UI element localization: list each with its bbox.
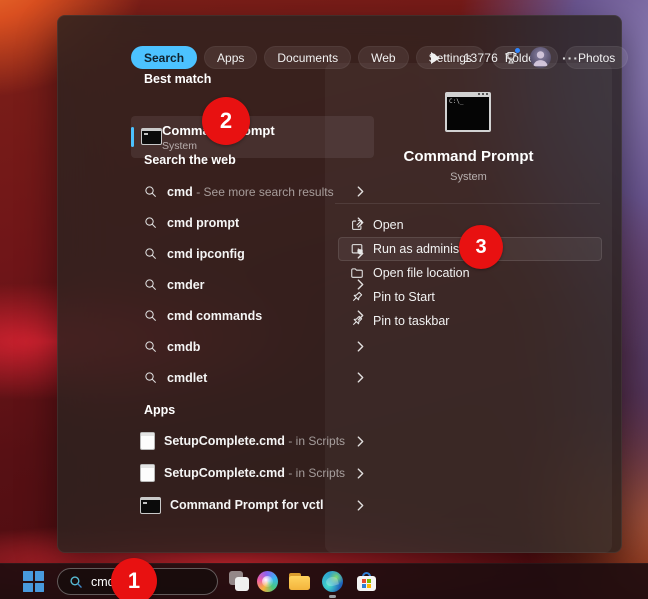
selection-accent-bar bbox=[131, 127, 134, 147]
pin-icon bbox=[349, 314, 364, 328]
action-label: Open bbox=[373, 218, 404, 232]
suggestion-text: cmdlet bbox=[167, 371, 207, 385]
apps-section-header: Apps bbox=[144, 403, 175, 417]
search-icon bbox=[144, 185, 157, 198]
admin-shield-icon bbox=[349, 242, 364, 256]
play-icon[interactable] bbox=[431, 52, 440, 64]
suggestion-text: cmd commands bbox=[167, 309, 262, 323]
tab-apps[interactable]: Apps bbox=[204, 46, 257, 69]
running-indicator bbox=[329, 595, 336, 598]
suggestion-text: cmd - See more search results bbox=[167, 185, 334, 199]
tab-search[interactable]: Search bbox=[131, 46, 197, 69]
microsoft-store-icon[interactable] bbox=[356, 571, 377, 592]
open-icon bbox=[349, 218, 364, 232]
task-view-icon[interactable] bbox=[229, 571, 250, 592]
search-icon bbox=[144, 216, 157, 229]
action-pin-to-start[interactable]: Pin to Start bbox=[338, 285, 602, 309]
best-match-subtitle: System bbox=[162, 140, 197, 152]
cmd-file-icon bbox=[140, 432, 155, 450]
suggestion-text: cmd prompt bbox=[167, 216, 239, 230]
pin-icon bbox=[349, 290, 364, 304]
search-icon bbox=[144, 247, 157, 260]
suggestion-text: cmder bbox=[167, 278, 205, 292]
taskbar: cmd bbox=[0, 563, 648, 599]
search-icon bbox=[69, 575, 83, 589]
app-result-text: SetupComplete.cmd - in Scripts bbox=[164, 466, 345, 480]
annotation-step-2: 2 bbox=[202, 97, 250, 145]
action-pin-to-taskbar[interactable]: Pin to taskbar bbox=[338, 309, 602, 333]
best-match-header: Best match bbox=[144, 72, 211, 86]
suggestion-text: cmdb bbox=[167, 340, 200, 354]
start-button[interactable] bbox=[23, 571, 44, 592]
action-label: Pin to Start bbox=[373, 290, 435, 304]
annotation-step-1: 1 bbox=[111, 558, 157, 599]
action-label: Pin to taskbar bbox=[373, 314, 449, 328]
action-label: Open file location bbox=[373, 266, 470, 280]
detail-subtitle: System bbox=[325, 171, 612, 183]
app-result-text: SetupComplete.cmd - in Scripts bbox=[164, 434, 345, 448]
search-icon bbox=[144, 371, 157, 384]
search-icon bbox=[144, 340, 157, 353]
command-prompt-icon bbox=[141, 128, 162, 145]
copilot-icon[interactable] bbox=[257, 571, 278, 592]
divider bbox=[335, 203, 600, 204]
app-result-text: Command Prompt for vctl bbox=[170, 498, 324, 512]
edge-browser-icon[interactable] bbox=[322, 571, 343, 592]
notification-dot bbox=[515, 48, 520, 53]
annotation-step-3: 3 bbox=[459, 225, 503, 269]
search-icon bbox=[144, 278, 157, 291]
search-icon bbox=[144, 309, 157, 322]
file-explorer-icon[interactable] bbox=[289, 571, 310, 592]
web-section-header: Search the web bbox=[144, 153, 236, 167]
suggestion-text: cmd ipconfig bbox=[167, 247, 245, 261]
desktop: { "filter_tabs": [ { "label": "Search", … bbox=[0, 0, 648, 599]
more-options-button[interactable]: ··· bbox=[562, 53, 579, 63]
cmd-file-icon bbox=[140, 464, 155, 482]
command-prompt-icon bbox=[140, 497, 161, 514]
detail-title: Command Prompt bbox=[325, 148, 612, 165]
command-prompt-icon-large bbox=[445, 92, 491, 132]
folder-icon bbox=[349, 266, 364, 280]
